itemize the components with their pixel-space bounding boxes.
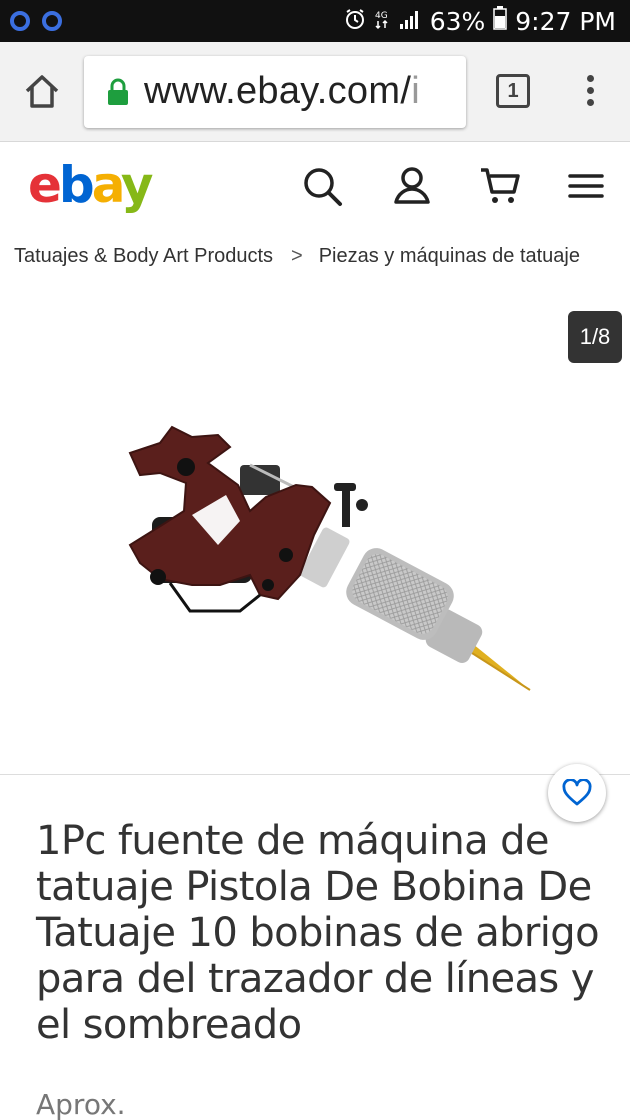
browser-toolbar: www.ebay.com/i 1 <box>0 42 630 142</box>
battery-icon <box>493 6 508 36</box>
watch-button[interactable] <box>548 764 606 822</box>
address-bar[interactable]: www.ebay.com/i <box>84 56 466 128</box>
battery-percent: 63% <box>429 6 486 36</box>
account-icon[interactable] <box>390 164 434 208</box>
image-gallery[interactable]: 1/8 <box>0 295 630 775</box>
url-host: www.ebay.com/ <box>144 70 412 112</box>
tab-count: 1 <box>507 80 519 102</box>
alarm-icon <box>344 7 366 36</box>
status-bar: 4G 63% 9:27 PM <box>0 0 630 42</box>
breadcrumb-separator: > <box>291 244 303 267</box>
overflow-menu-icon[interactable] <box>580 72 600 112</box>
product-image[interactable] <box>100 425 540 715</box>
notification-dot-icon <box>42 11 62 31</box>
breadcrumb-item[interactable]: Tatuajes & Body Art Products <box>14 245 273 268</box>
url-text: www.ebay.com/i <box>144 70 420 113</box>
heart-icon <box>562 779 592 806</box>
clock: 9:27 PM <box>515 6 616 36</box>
site-header: ebay <box>0 142 630 232</box>
tabs-icon[interactable]: 1 <box>496 74 530 108</box>
search-icon[interactable] <box>300 164 344 208</box>
url-path: i <box>411 70 420 112</box>
hamburger-menu-icon[interactable] <box>566 164 610 208</box>
price-prefix: Aprox. <box>36 1088 126 1120</box>
listing-title: 1Pc fuente de máquina de tatuaje Pistola… <box>36 818 600 1048</box>
4g-icon: 4G <box>374 7 390 36</box>
svg-text:4G: 4G <box>375 11 388 21</box>
ebay-logo[interactable]: ebay <box>28 156 153 214</box>
cart-icon[interactable] <box>478 164 522 208</box>
signal-icon <box>398 7 422 36</box>
breadcrumb-item[interactable]: Piezas y máquinas de tatuaje <box>319 245 580 268</box>
image-counter: 1/8 <box>568 311 622 363</box>
breadcrumb: Tatuajes & Body Art Products > Piezas y … <box>14 242 580 270</box>
home-icon[interactable] <box>22 72 62 112</box>
notification-dot-icon <box>10 11 30 31</box>
lock-icon <box>106 78 130 106</box>
